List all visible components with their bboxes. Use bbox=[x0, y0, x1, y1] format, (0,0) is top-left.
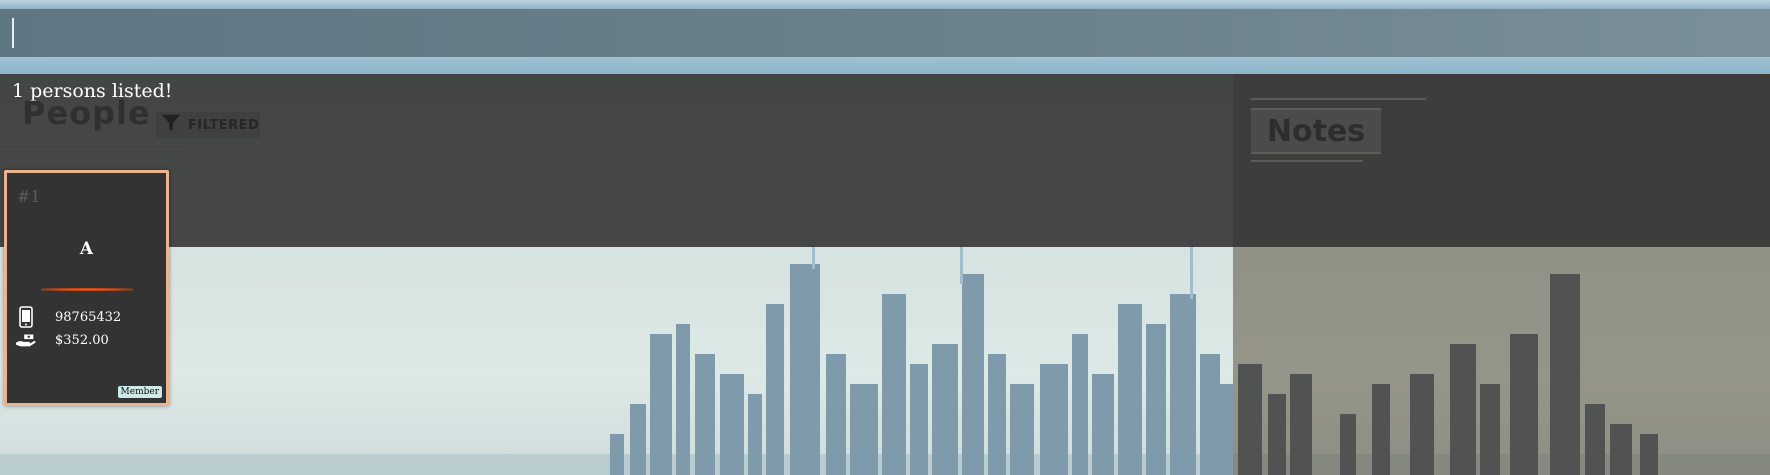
people-title-underline bbox=[0, 148, 185, 150]
person-name: A bbox=[79, 239, 94, 259]
filter-indicator: FILTERED bbox=[156, 112, 260, 138]
window-top-strip bbox=[0, 0, 1770, 9]
card-divider bbox=[41, 288, 133, 291]
people-panel-title: People bbox=[22, 94, 151, 132]
person-phone: 98765432 bbox=[55, 309, 122, 325]
phone-icon bbox=[15, 306, 37, 328]
people-panel: 1 persons listed! People FILTERED bbox=[0, 74, 1233, 247]
notes-panel: Notes bbox=[1233, 74, 1770, 247]
filter-icon bbox=[160, 112, 182, 138]
command-input[interactable] bbox=[12, 18, 1770, 48]
person-index: #1 bbox=[17, 187, 41, 206]
notes-panel-title: Notes bbox=[1251, 108, 1381, 154]
person-balance: $352.00 bbox=[55, 332, 109, 348]
main-area: 1 persons listed! People FILTERED Notes … bbox=[0, 74, 1770, 475]
person-balance-row: $352.00 bbox=[15, 329, 109, 351]
notes-title-bottom-line bbox=[1251, 160, 1363, 162]
person-card[interactable]: #1 A 98765432 $352.00 Member bbox=[4, 170, 169, 406]
notes-title-top-line bbox=[1251, 98, 1426, 100]
person-phone-row: 98765432 bbox=[15, 306, 121, 328]
command-bar bbox=[0, 9, 1770, 58]
person-tag: Member bbox=[117, 386, 162, 398]
command-bar-divider bbox=[0, 58, 1770, 74]
filter-label: FILTERED bbox=[188, 117, 260, 133]
hand-money-icon bbox=[15, 329, 37, 351]
